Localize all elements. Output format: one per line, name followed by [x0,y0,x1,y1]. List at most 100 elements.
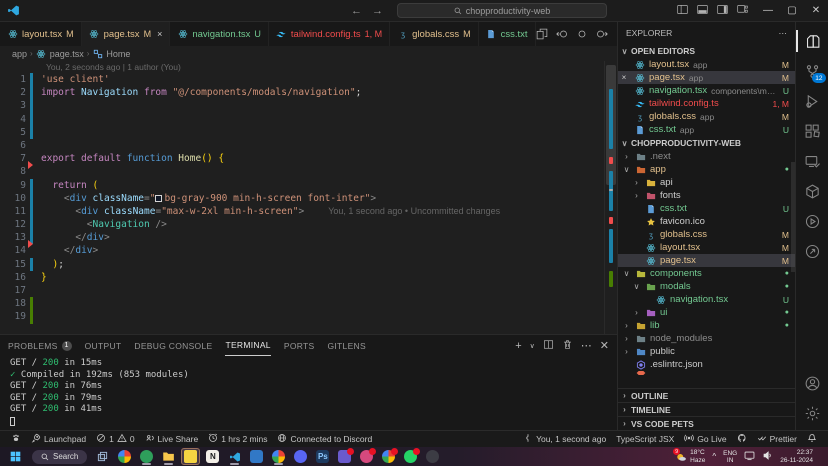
maximize-button[interactable]: ▢ [780,0,804,22]
kill-terminal-icon[interactable] [562,339,573,352]
code-line[interactable]: 7export default function Home() { [0,152,617,165]
nav-forward-icon[interactable]: → [372,5,383,17]
tree-item-favicon.ico[interactable]: favicon.ico [618,215,795,228]
tree-item-modals[interactable]: ∨modals● [618,280,795,293]
tree-item-partial[interactable] [618,371,795,375]
activity-cube-extension[interactable] [796,176,828,206]
code-line[interactable]: 3 [0,99,617,112]
sidebar-scrollbar[interactable] [791,162,795,272]
tree-item-node_modules[interactable]: ›node_modules [618,332,795,345]
tree-item-ui[interactable]: ›ui● [618,306,795,319]
chevron-right-icon[interactable]: › [632,178,641,187]
status-live-share[interactable]: Live Share [140,431,204,447]
panel-tab-gitlens[interactable]: GITLENS [327,335,365,356]
tree-item-.eslintrc.json[interactable]: .eslintrc.json [618,358,795,371]
more-actions-icon[interactable]: ⋯ [581,339,592,352]
chevron-right-icon[interactable]: › [622,321,631,330]
activity-explorer[interactable] [796,26,828,56]
taskbar-app-color-wheel-app[interactable] [115,448,134,465]
tree-item-.next[interactable]: ›.next [618,150,795,163]
start-button[interactable] [4,448,26,465]
panel-tab-terminal[interactable]: TERMINAL [225,335,270,356]
status-1-hrs-2-mins[interactable]: 1 hrs 2 mins [203,431,272,447]
panel-tab-ports[interactable]: PORTS [284,335,315,356]
code-line[interactable]: 13 </div> [0,231,617,244]
panel-tab-output[interactable]: OUTPUT [85,335,122,356]
weather-widget[interactable]: 918°CHaze [675,449,705,464]
code-line[interactable]: 2import Navigation from "@/components/mo… [0,86,617,99]
code-editor[interactable]: You, 2 seconds ago | 1 author (You)1'use… [0,61,617,334]
tree-item-app[interactable]: ∨app● [618,163,795,176]
chevron-right-icon[interactable]: › [622,334,631,343]
status-you-1-second-ago[interactable]: You, 1 second ago [518,431,611,447]
codelens-blame[interactable]: You, 2 seconds ago | 1 author (You) [0,61,617,73]
next-change-icon[interactable] [596,28,608,40]
terminal-dropdown-icon[interactable]: ∨ [530,342,535,350]
status-bell[interactable] [802,431,822,447]
code-line[interactable]: 12 <Navigation /> [0,218,617,231]
language-indicator[interactable]: ENGIN [723,450,737,464]
new-terminal-icon[interactable]: + [515,340,521,352]
breadcrumb-item-Home[interactable]: Home [92,48,130,59]
close-panel-icon[interactable]: ✕ [600,339,609,352]
breadcrumb-item-app[interactable]: app [12,49,27,59]
code-line[interactable]: 19 [0,310,617,323]
taskbar-app-sticky-notes[interactable] [181,448,200,465]
toggle-panel-icon[interactable] [677,2,688,20]
taskbar-app-photoshop-app[interactable]: Ps [313,448,332,465]
activity-remote-explorer[interactable] [796,146,828,176]
tree-item-lib[interactable]: ›lib● [618,319,795,332]
code-line[interactable]: 1'use client' [0,73,617,86]
tab-page.tsx[interactable]: page.tsxM× [82,22,171,46]
activity-account[interactable] [796,368,828,398]
status-1[interactable]: 10 [91,431,139,447]
open-editor-page.tsx[interactable]: ×page.tsxappM [618,71,795,84]
tree-item-components[interactable]: ∨components● [618,267,795,280]
close-editor-icon[interactable]: × [618,73,630,82]
chevron-right-icon[interactable]: › [622,347,631,356]
taskbar-app-blue-app[interactable] [247,448,266,465]
volume-icon[interactable] [762,450,773,463]
code-line[interactable]: 15 ); [0,258,617,271]
tab-close-icon[interactable]: × [157,29,162,39]
code-line[interactable]: 9 return ( [0,179,617,192]
code-line[interactable]: 16} [0,271,617,284]
tree-item-api[interactable]: ›api [618,176,795,189]
panel-tab-debug-console[interactable]: DEBUG CONSOLE [134,335,212,356]
code-line[interactable]: 8 [0,165,617,178]
tab-css.txt[interactable]: css.txt [479,22,536,46]
code-line[interactable]: 17 [0,284,617,297]
tree-item-navigation.tsx[interactable]: navigation.tsxU [618,293,795,306]
chevron-down-icon[interactable]: ∨ [622,165,631,174]
panel-tab-problems[interactable]: PROBLEMS1 [8,335,72,356]
tab-tailwind.config.ts[interactable]: tailwind.config.ts1, M [269,22,390,46]
activity-settings[interactable] [796,398,828,428]
toggle-sidebar-icon[interactable] [717,2,728,20]
breadcrumb-item-page.tsx[interactable]: page.tsx [36,48,84,59]
project-root-header[interactable]: ∨ CHOPPRODUCTIVITY-WEB [618,136,795,150]
chevron-right-icon[interactable]: › [632,308,641,317]
activity-share-circle-extension[interactable] [796,236,828,266]
code-line[interactable]: 6 [0,139,617,152]
code-line[interactable]: 4 [0,113,617,126]
tree-item-fonts[interactable]: ›fonts [618,189,795,202]
taskbar-app-teams-app[interactable] [335,448,354,465]
section-vs-code-pets[interactable]: ›VS CODE PETS [618,416,795,430]
chevron-down-icon[interactable]: ∨ [622,269,631,278]
tree-item-page.tsx[interactable]: page.tsxM [618,254,795,267]
taskbar-app-chrome[interactable] [269,448,288,465]
explorer-more-icon[interactable]: ⋯ [779,28,788,39]
status-github[interactable] [732,431,752,447]
open-editor-layout.tsx[interactable]: layout.tsxappM [618,58,795,71]
command-center-search[interactable]: chopproductivity-web [397,3,607,18]
activity-run-debug[interactable] [796,86,828,116]
taskbar-app-pie-app[interactable] [379,448,398,465]
taskbar-search[interactable]: Search [32,450,87,464]
code-line[interactable]: 18 [0,297,617,310]
code-line[interactable]: 10 <div className="bg-gray-900 min-h-scr… [0,192,617,205]
code-line[interactable]: 5 [0,126,617,139]
taskbar-app-pink-app[interactable] [357,448,376,465]
gitlens-compare-icon[interactable] [576,28,588,40]
code-line[interactable]: 11 <div className="max-w-2xl min-h-scree… [0,205,617,218]
open-editor-tailwind.config.ts[interactable]: tailwind.config.ts1, M [618,97,795,110]
